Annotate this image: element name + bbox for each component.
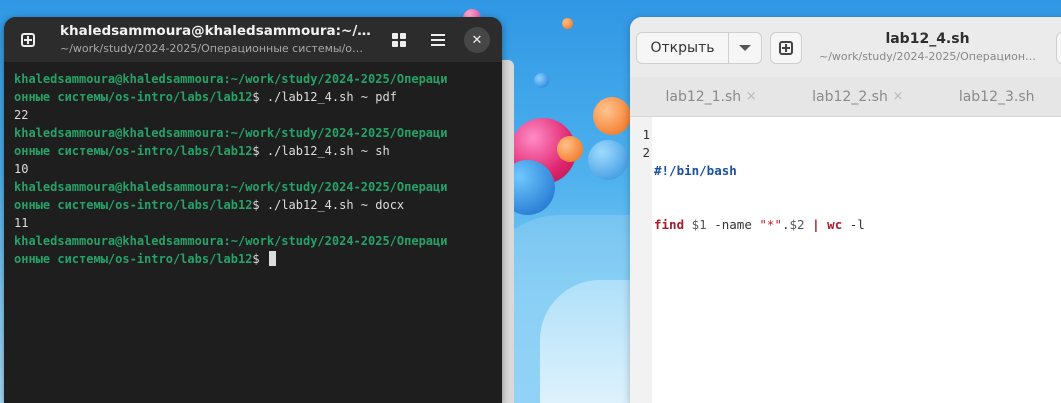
tab-overview-button[interactable]: [383, 25, 415, 55]
save-button[interactable]: [1056, 32, 1061, 64]
terminal-output-line: 22: [14, 108, 29, 122]
terminal-line: khaledsammoura@khaledsammoura:~/work/stu…: [14, 180, 448, 194]
terminal-line: онные системы/os-intro/labs/lab12$ ./lab…: [14, 90, 397, 104]
terminal-title: khaledsammoura@khaledsammoura:~/wo…: [60, 23, 380, 39]
tab-lab12-2[interactable]: lab12_2.sh ×: [777, 77, 924, 116]
terminal-title-block: khaledsammoura@khaledsammoura:~/wo… ~/wo…: [60, 23, 380, 55]
grid-icon: [392, 33, 406, 47]
close-icon[interactable]: ×: [892, 89, 903, 104]
close-icon[interactable]: ×: [746, 89, 757, 104]
line-number-gutter: 1 2: [630, 117, 652, 403]
terminal-output[interactable]: khaledsammoura@khaledsammoura:~/work/stu…: [4, 62, 502, 276]
open-button[interactable]: Открыть: [637, 33, 729, 63]
terminal-output-line: 11: [14, 216, 29, 230]
tab-label: lab12_1.sh: [665, 88, 742, 105]
new-tab-button[interactable]: [12, 25, 44, 55]
wallpaper-bubble: [562, 18, 573, 29]
terminal-output-line: 10: [14, 162, 29, 176]
main-menu-button[interactable]: [422, 25, 454, 55]
terminal-header-bar[interactable]: khaledsammoura@khaledsammoura:~/wo… ~/wo…: [4, 17, 502, 62]
tab-label: lab12_3.sh: [958, 88, 1035, 105]
code-line: find $1 -name "*".$2 | wc -l: [654, 217, 865, 232]
editor-subtitle: ~/work/study/2024-2025/Операцион…: [818, 50, 1037, 63]
close-button[interactable]: ✕: [464, 27, 490, 53]
editor-header-bar[interactable]: Открыть lab12_4.sh ~/work/study/2024-202…: [630, 17, 1061, 77]
chevron-down-icon: [739, 45, 751, 51]
terminal-line: khaledsammoura@khaledsammoura:~/work/stu…: [14, 126, 448, 140]
line-number: 2: [642, 145, 650, 160]
wallpaper-bubble: [557, 136, 583, 162]
code-line: #!/bin/bash: [654, 163, 737, 178]
terminal-line: онные системы/os-intro/labs/lab12$: [14, 250, 492, 268]
terminal-line: khaledsammoura@khaledsammoura:~/work/stu…: [14, 234, 448, 248]
open-recent-dropdown[interactable]: [729, 33, 761, 63]
terminal-line: онные системы/os-intro/labs/lab12$ ./lab…: [14, 144, 390, 158]
text-editor-window[interactable]: Открыть lab12_4.sh ~/work/study/2024-202…: [630, 17, 1061, 403]
terminal-window[interactable]: khaledsammoura@khaledsammoura:~/wo… ~/wo…: [4, 17, 502, 403]
code-area[interactable]: #!/bin/bash find $1 -name "*".$2 | wc -l: [652, 117, 867, 403]
wallpaper-bubble: [588, 140, 628, 180]
tab-lab12-1[interactable]: lab12_1.sh ×: [630, 77, 777, 116]
tab-lab12-3[interactable]: lab12_3.sh: [923, 77, 1061, 116]
close-icon: ✕: [471, 32, 483, 48]
wallpaper-bubble: [534, 73, 549, 88]
terminal-line: khaledsammoura@khaledsammoura:~/work/stu…: [14, 72, 448, 86]
tab-label: lab12_2.sh: [812, 88, 888, 105]
new-tab-icon: [21, 33, 35, 47]
line-number: 1: [642, 127, 650, 142]
terminal-line: онные системы/os-intro/labs/lab12$ ./lab…: [14, 198, 405, 212]
hamburger-icon: [431, 34, 445, 46]
new-tab-icon: [779, 41, 793, 55]
editor-title: lab12_4.sh: [885, 31, 970, 47]
editor-tab-bar: lab12_1.sh × lab12_2.sh × lab12_3.sh: [630, 77, 1061, 117]
new-document-button[interactable]: [770, 32, 802, 64]
wallpaper-bubble: [593, 97, 631, 135]
terminal-subtitle: ~/work/study/2024-2025/Операционные сист…: [60, 42, 364, 55]
text-cursor: [268, 251, 276, 266]
editor-title-block: lab12_4.sh ~/work/study/2024-2025/Операц…: [815, 31, 1040, 63]
editor-content[interactable]: 1 2 #!/bin/bash find $1 -name "*".$2 | w…: [630, 117, 1061, 403]
open-file-button-group: Открыть: [636, 32, 762, 64]
